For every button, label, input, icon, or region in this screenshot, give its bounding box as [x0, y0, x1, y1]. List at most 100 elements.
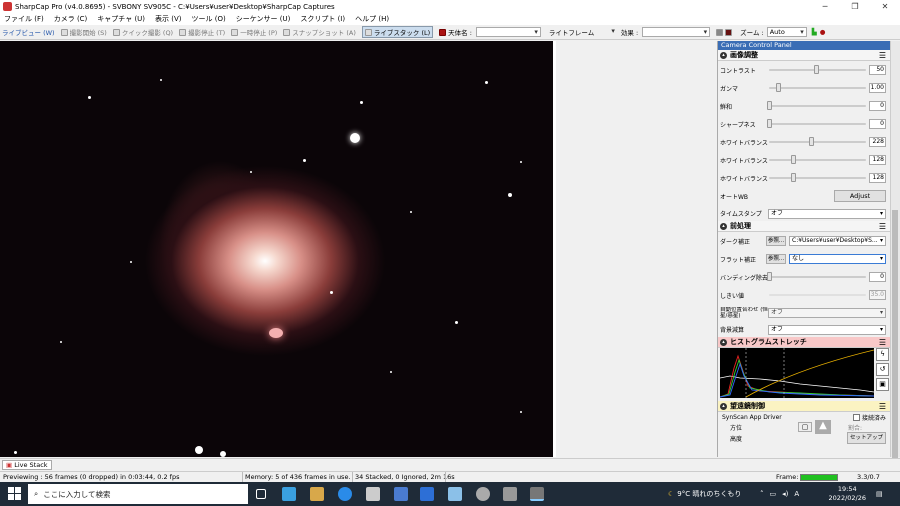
autostack-select[interactable]: オフ — [768, 308, 886, 318]
grid-icon[interactable]: ▢ — [798, 422, 812, 432]
menu-icon[interactable]: ☰ — [879, 338, 886, 347]
cortana-icon[interactable] — [230, 489, 241, 500]
menu-icon[interactable]: ☰ — [879, 402, 886, 411]
app-icon[interactable] — [476, 487, 490, 501]
saturation-slider[interactable] — [769, 105, 866, 107]
app-icon[interactable] — [448, 487, 462, 501]
app-icon[interactable] — [503, 487, 517, 501]
file-explorer-icon[interactable] — [310, 487, 324, 501]
reset-icon[interactable]: ↺ — [876, 363, 889, 376]
threshold-slider[interactable] — [769, 294, 866, 296]
collapse-icon[interactable]: ▴ — [720, 222, 727, 230]
chevron-up-icon[interactable]: ˄ — [760, 490, 764, 498]
start-capture-button[interactable]: 撮影開始 (S) — [60, 27, 107, 37]
wb-green-slider-knob[interactable] — [791, 155, 796, 164]
menu-capture[interactable]: キャプチャ (U) — [97, 14, 145, 24]
wb-green-value[interactable]: 128 — [869, 155, 886, 165]
task-view-icon[interactable] — [256, 489, 266, 499]
histogram-icon[interactable]: ▙ — [812, 28, 817, 36]
sharpness-slider-knob[interactable] — [767, 119, 772, 128]
menu-icon[interactable]: ☰ — [879, 51, 886, 60]
minimize-icon[interactable]: ─ — [810, 0, 840, 13]
windows-start-icon[interactable] — [8, 487, 22, 501]
menu-camera[interactable]: カメラ (C) — [54, 14, 88, 24]
menu-scripting[interactable]: スクリプト (I) — [300, 14, 345, 24]
gamma-slider[interactable] — [769, 87, 866, 89]
wb-blue-slider[interactable] — [769, 177, 866, 179]
collapse-icon[interactable]: ▴ — [720, 51, 727, 59]
saturation-value[interactable]: 0 — [869, 101, 886, 111]
checkbox-icon[interactable] — [852, 413, 860, 421]
sharpness-value[interactable]: 0 — [869, 119, 886, 129]
menu-sequencer[interactable]: シーケンサー (U) — [236, 14, 291, 24]
dark-browse-button[interactable]: 参照... — [766, 236, 786, 246]
contrast-value[interactable]: 50 — [869, 65, 886, 75]
adjust-button[interactable]: Adjust — [834, 190, 886, 202]
gamma-slider-knob[interactable] — [776, 83, 781, 92]
sharpcap-taskbar-icon[interactable] — [530, 487, 544, 501]
menu-icon[interactable]: ☰ — [879, 222, 886, 231]
image-viewer[interactable] — [0, 41, 556, 457]
zoom-select[interactable]: Auto — [766, 27, 807, 37]
lightning-icon[interactable]: ϟ — [876, 348, 889, 361]
weather-widget[interactable]: ☾ 9°C 晴れのちくもり — [668, 482, 741, 506]
ime-icon[interactable]: A — [794, 490, 799, 498]
histogram-header[interactable]: ▴ ヒストグラムストレッチ ☰ — [718, 337, 890, 348]
target-name-input[interactable] — [475, 27, 541, 37]
banding-slider-knob[interactable] — [767, 272, 772, 281]
flat-browse-button[interactable]: 参照... — [766, 254, 786, 264]
red-swatch-icon[interactable] — [725, 28, 733, 36]
sharpness-slider[interactable] — [769, 123, 866, 125]
histogram-plot[interactable] — [720, 348, 874, 398]
snapshot-button[interactable]: スナップショット (A) — [283, 27, 356, 37]
mount-header[interactable]: ▴ 望遠鏡制御 ☰ — [718, 401, 890, 412]
quick-capture-button[interactable]: クイック撮影 (Q) — [112, 27, 173, 37]
saturation-slider-knob[interactable] — [767, 101, 772, 110]
edge-icon[interactable] — [338, 487, 352, 501]
frame-type-select[interactable]: ライトフレーム — [547, 27, 617, 37]
menu-view[interactable]: 表示 (V) — [155, 14, 181, 24]
zoom-app-icon[interactable] — [394, 487, 408, 501]
taskbar-search-box[interactable]: ⌕ ここに入力して検索 — [28, 484, 248, 504]
wb-green-slider[interactable] — [769, 159, 866, 161]
live-stack-tab[interactable]: ▣ Live Stack — [2, 460, 52, 470]
dark-file-select[interactable]: C:¥Users¥user¥Desktop¥S... — [789, 236, 886, 246]
wb-red-slider[interactable] — [769, 141, 866, 143]
volume-icon[interactable]: ◂) — [782, 490, 788, 498]
collapse-icon[interactable]: ▴ — [720, 402, 727, 410]
connected-checkbox[interactable]: 接続済み — [852, 413, 886, 422]
banding-value[interactable]: 0 — [869, 272, 886, 282]
contrast-slider-knob[interactable] — [814, 65, 819, 74]
close-icon[interactable]: ✕ — [870, 0, 900, 13]
gray-swatch-icon[interactable] — [716, 28, 724, 36]
save-icon[interactable]: ▣ — [876, 378, 889, 391]
wb-red-value[interactable]: 228 — [869, 137, 886, 147]
menu-help[interactable]: ヘルプ (H) — [355, 14, 389, 24]
menu-tools[interactable]: ツール (O) — [192, 14, 226, 24]
wb-blue-value[interactable]: 128 — [869, 173, 886, 183]
image-adjust-header[interactable]: ▴ 画像調整 ☰ — [718, 50, 890, 61]
threshold-value[interactable]: 35.0 — [869, 290, 886, 300]
wb-blue-slider-knob[interactable] — [791, 173, 796, 182]
preprocess-header[interactable]: ▴ 前処理 ☰ — [718, 221, 890, 232]
panel-scroll-thumb[interactable] — [892, 210, 898, 460]
gamma-value[interactable]: 1.00 — [869, 83, 886, 93]
bg-subtract-select[interactable]: オフ — [768, 325, 886, 335]
timestamp-select[interactable]: オフ — [768, 209, 886, 219]
setup-button[interactable]: セットアップ — [846, 432, 886, 444]
mail-icon[interactable] — [282, 487, 296, 501]
clock[interactable]: 19:54 2022/02/26 — [829, 485, 866, 503]
stop-capture-button[interactable]: 撮影停止 (T) — [179, 27, 225, 37]
photos-icon[interactable] — [420, 487, 434, 501]
target-circle-icon[interactable]: ● — [820, 28, 826, 36]
notification-icon[interactable]: ▤ — [876, 482, 883, 506]
network-icon[interactable]: ▭ — [770, 490, 777, 498]
maximize-icon[interactable]: ❐ — [840, 0, 870, 13]
live-view-button[interactable]: ライブビュー (W) — [2, 27, 55, 37]
pause-button[interactable]: 一時停止 (P) — [231, 27, 277, 37]
wb-red-slider-knob[interactable] — [809, 137, 814, 146]
banding-slider[interactable] — [769, 276, 866, 278]
live-stack-button[interactable]: ライブスタック (L) — [361, 26, 434, 38]
collapse-icon[interactable]: ▴ — [720, 338, 727, 346]
app-icon[interactable] — [366, 487, 380, 501]
